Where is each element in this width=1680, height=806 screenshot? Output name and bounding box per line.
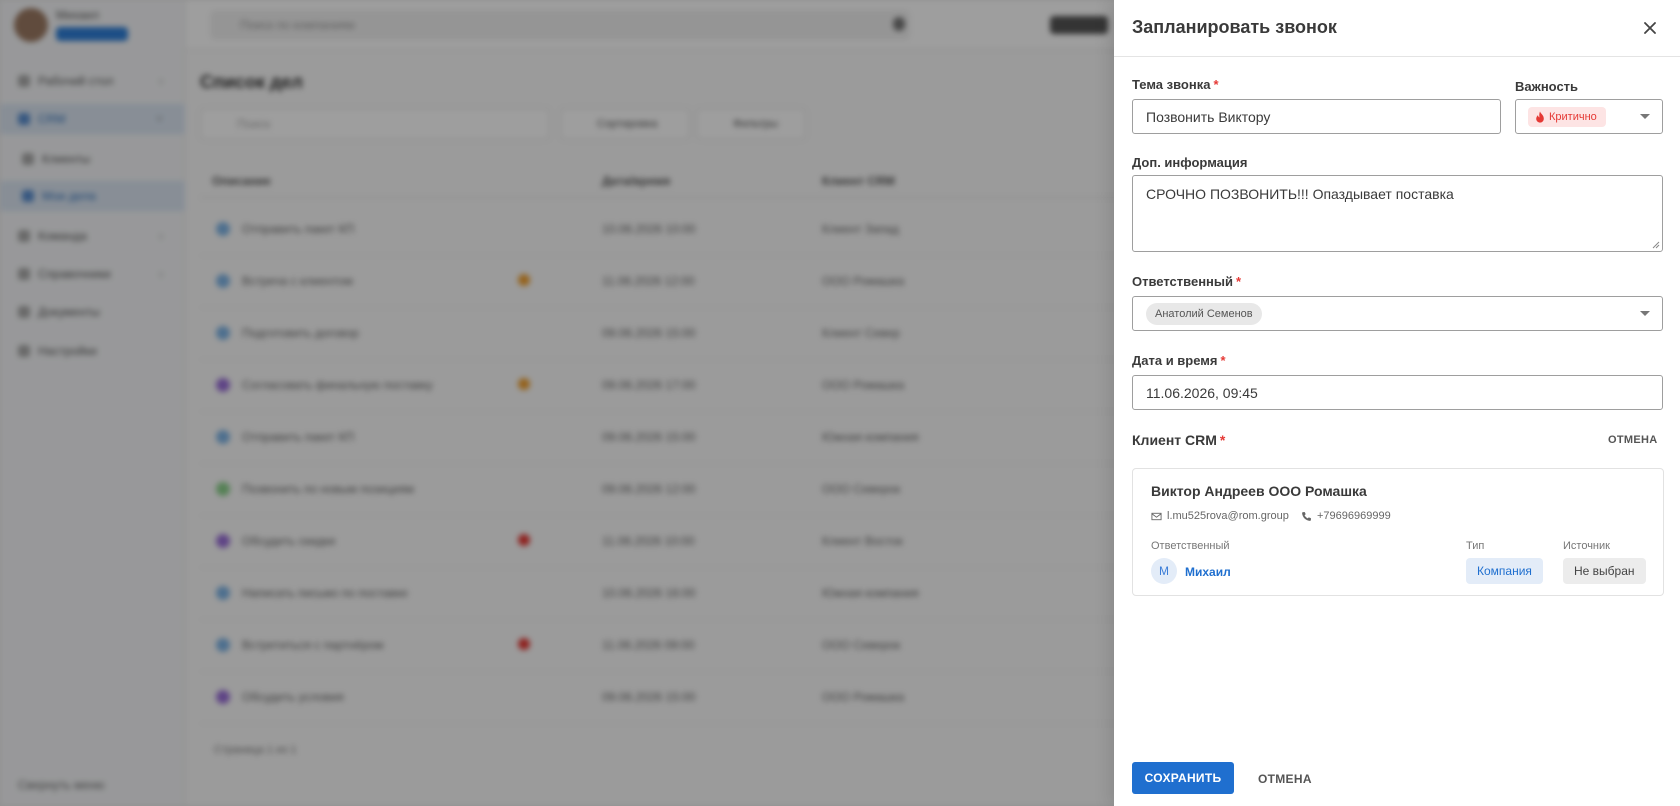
resize-handle-icon[interactable] [1652, 241, 1660, 249]
client-responsible-label: Ответственный [1151, 540, 1230, 552]
responsible-label: Ответственный * [1132, 274, 1241, 289]
client-name: Виктор Андреев ООО Ромашка [1151, 483, 1367, 499]
save-button[interactable]: СОХРАНИТЬ [1132, 762, 1234, 794]
datetime-label-text: Дата и время [1132, 353, 1218, 368]
client-cancel-button[interactable]: ОТМЕНА [1608, 434, 1657, 446]
client-phone: +79696969999 [1301, 510, 1391, 522]
info-label: Доп. информация [1132, 155, 1248, 170]
phone-icon [1302, 511, 1311, 521]
client-section-title: Клиент CRM * [1132, 432, 1225, 448]
required-mark: * [1220, 353, 1226, 368]
responsible-chip[interactable]: Анатолий Семенов [1146, 303, 1262, 325]
datetime-label: Дата и время * [1132, 353, 1226, 368]
topic-label-text: Тема звонка [1132, 77, 1211, 92]
responsible-label-text: Ответственный [1132, 274, 1233, 289]
avatar: М [1151, 558, 1177, 584]
mail-icon [1151, 512, 1162, 520]
schedule-call-drawer: Запланировать звонок Тема звонка* Важнос… [1114, 0, 1680, 806]
close-icon [1644, 22, 1656, 34]
chevron-down-icon [1640, 311, 1650, 316]
client-source-badge: Не выбран [1563, 558, 1646, 584]
chevron-down-icon [1640, 114, 1650, 119]
client-label-text: Клиент CRM [1132, 432, 1217, 448]
fire-icon [1536, 111, 1544, 123]
required-mark: * [1213, 77, 1219, 92]
importance-label: Важность [1515, 79, 1579, 94]
close-button[interactable] [1636, 14, 1664, 42]
info-textarea[interactable]: СРОЧНО ПОЗВОНИТЬ!!! Опаздывает поставка [1132, 175, 1663, 252]
client-responsible-name[interactable]: Михаил [1185, 565, 1231, 579]
client-source-label: Источник [1563, 540, 1610, 552]
cancel-button[interactable]: ОТМЕНА [1258, 772, 1312, 786]
drawer-title: Запланировать звонок [1132, 17, 1337, 37]
client-phone-text: +79696969999 [1317, 510, 1391, 522]
importance-select[interactable]: Критично [1515, 99, 1663, 134]
required-mark: * [1236, 274, 1242, 289]
client-email: l.mu525rova@rom.group [1151, 510, 1289, 522]
client-type-badge: Компания [1466, 558, 1543, 584]
datetime-input[interactable] [1132, 375, 1663, 410]
client-type-label: Тип [1466, 540, 1485, 552]
topic-label: Тема звонка * [1132, 77, 1219, 92]
client-card[interactable]: Виктор Андреев ООО Ромашка l.mu525rova@r… [1132, 468, 1664, 596]
importance-value: Критично [1549, 111, 1597, 123]
responsible-select[interactable]: Анатолий Семенов [1132, 296, 1663, 331]
client-email-text: l.mu525rova@rom.group [1167, 510, 1289, 522]
required-mark: * [1219, 432, 1226, 448]
drawer-header: Запланировать звонок [1114, 0, 1680, 57]
topic-input[interactable] [1132, 99, 1501, 134]
importance-chip: Критично [1528, 107, 1606, 127]
